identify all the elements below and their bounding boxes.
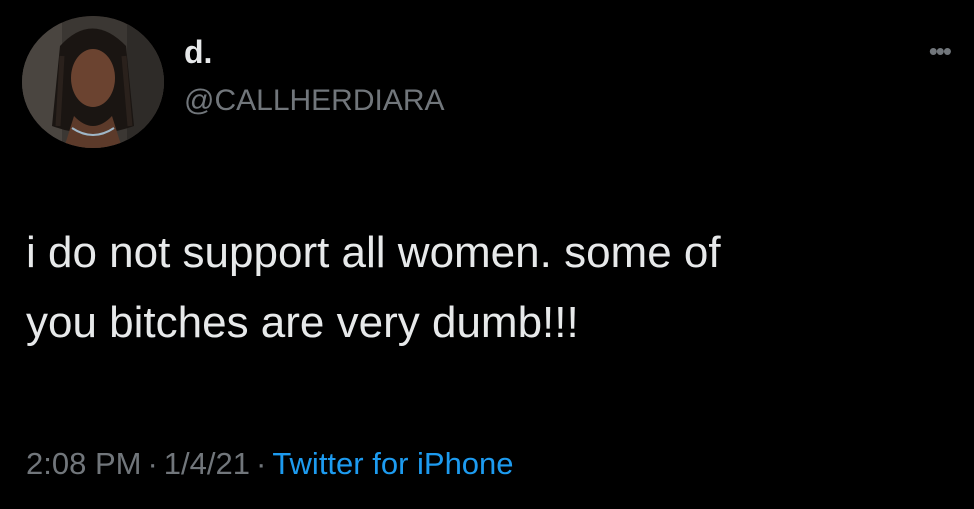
avatar[interactable] bbox=[22, 16, 164, 148]
meta-separator: · bbox=[147, 446, 158, 481]
more-options-icon[interactable]: ••• bbox=[929, 38, 952, 64]
user-handle[interactable]: @CALLHERDIARA bbox=[184, 86, 445, 116]
tweet-metadata: 2:08 PM · 1/4/21 · Twitter for iPhone bbox=[26, 448, 514, 479]
display-name[interactable]: d. bbox=[184, 36, 212, 68]
tweet-date[interactable]: 1/4/21 bbox=[164, 446, 250, 481]
avatar-image bbox=[22, 16, 164, 148]
tweet-time[interactable]: 2:08 PM bbox=[26, 446, 141, 481]
meta-separator: · bbox=[255, 446, 267, 481]
tweet-text: i do not support all women. some of you … bbox=[26, 228, 721, 347]
tweet-source-link[interactable]: Twitter for iPhone bbox=[272, 446, 513, 481]
tweet-card: d. @CALLHERDIARA ••• i do not support al… bbox=[0, 0, 974, 509]
